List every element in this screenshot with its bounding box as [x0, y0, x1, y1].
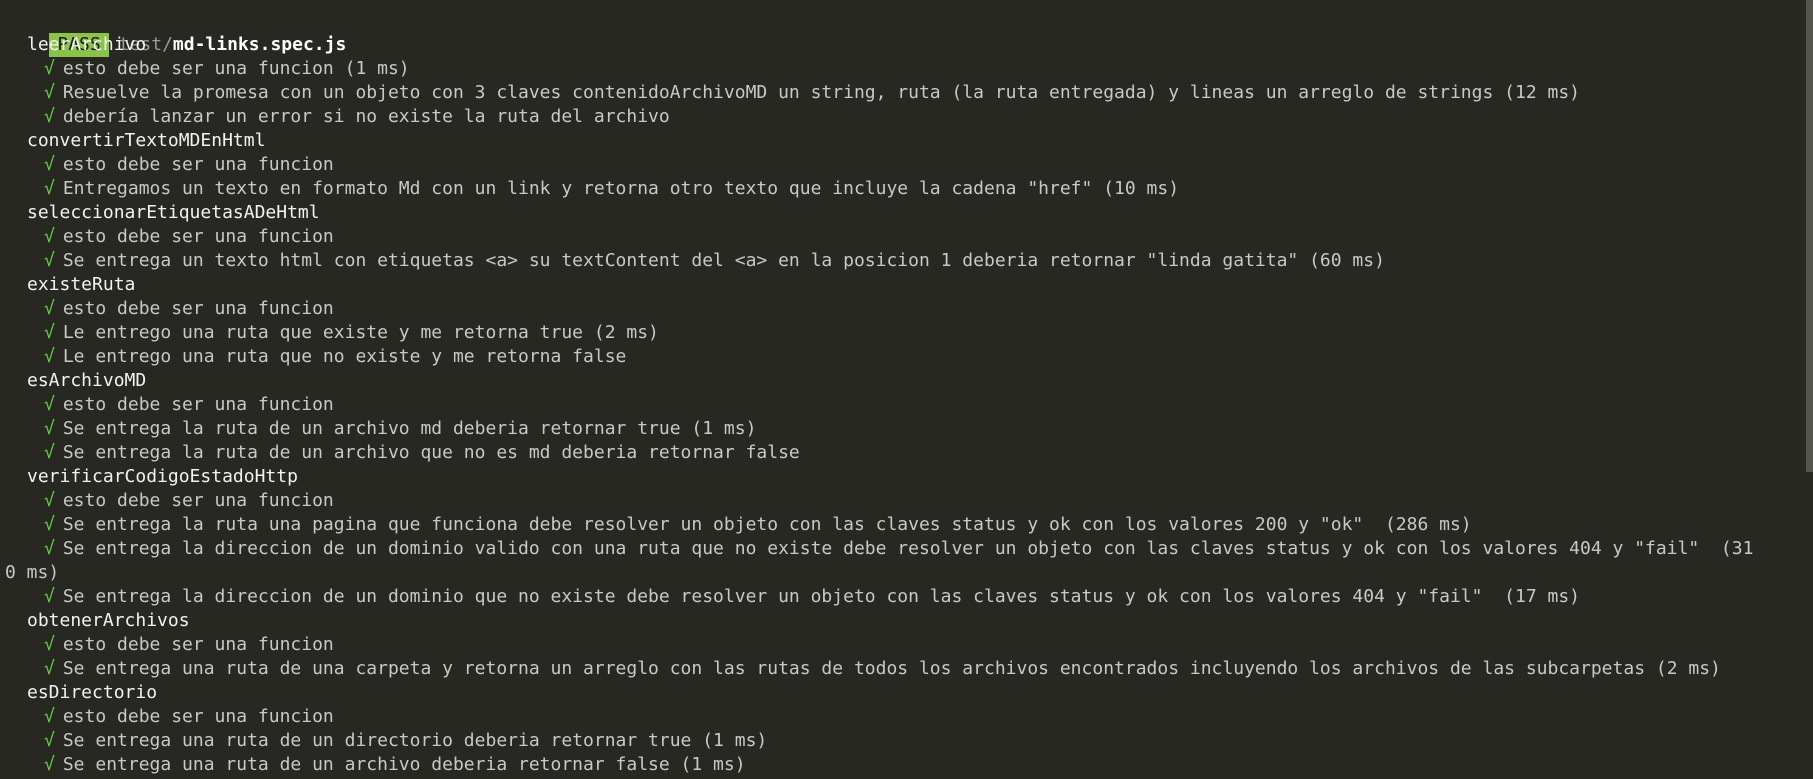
file-path-name: md-links.spec.js	[172, 34, 347, 55]
test-case-label: Resuelve la promesa con un objeto con 3 …	[62, 82, 1581, 103]
check-icon: √	[44, 250, 55, 271]
check-icon: √	[44, 730, 55, 751]
test-suite-name: obtenerArchivos	[27, 610, 190, 631]
check-icon: √	[44, 346, 55, 367]
test-suite-name: esDirectorio	[27, 682, 158, 703]
check-icon: √	[44, 418, 55, 439]
test-case-label: Se entrega la direccion de un dominio va…	[62, 538, 1754, 559]
test-case: √ Se entrega una ruta de un directorio de…	[0, 729, 1813, 753]
check-icon: √	[44, 442, 55, 463]
check-icon: √	[44, 538, 55, 559]
test-case-label: Se entrega una ruta de un archivo deberi…	[62, 754, 746, 775]
test-case-label: Se entrega una ruta de un directorio deb…	[62, 730, 768, 751]
test-case: √ Se entrega la direccion de un dominio v…	[0, 537, 1813, 561]
test-case: √ esto debe ser una funcion	[0, 225, 1813, 249]
test-file-header: PASS test/md-links.spec.js	[0, 9, 1813, 57]
test-case-label: esto debe ser una funcion	[62, 706, 334, 727]
test-case-label: esto debe ser una funcion	[62, 226, 334, 247]
check-icon: √	[44, 586, 55, 607]
test-case-label: esto debe ser una funcion	[62, 634, 334, 655]
test-suite-name: verificarCodigoEstadoHttp	[27, 466, 298, 487]
test-case: √ Se entrega un texto html con etiquetas …	[0, 249, 1813, 273]
test-case-label: esto debe ser una funcion	[62, 490, 334, 511]
test-case: √ Se entrega la ruta de un archivo md deb…	[0, 417, 1813, 441]
test-results: leerArchivo √ esto debe ser una funcion (1…	[0, 33, 1813, 777]
test-case-wrap: 0 ms)	[5, 562, 60, 583]
check-icon: √	[44, 106, 55, 127]
test-case: √ Se entrega la direccion de un dominio q…	[0, 585, 1813, 609]
check-icon: √	[44, 58, 55, 79]
check-icon: √	[44, 394, 55, 415]
test-case-label: debería lanzar un error si no existe la …	[62, 106, 670, 127]
test-case-label: esto debe ser una funcion	[62, 394, 334, 415]
test-suite-name: seleccionarEtiquetasADeHtml	[27, 202, 320, 223]
check-icon: √	[44, 298, 55, 319]
test-case: √ Se entrega una ruta de una carpeta y re…	[0, 657, 1813, 681]
test-case-label: Se entrega la ruta de un archivo md debe…	[62, 418, 757, 439]
test-case-label: esto debe ser una funcion	[62, 154, 334, 175]
check-icon: √	[44, 514, 55, 535]
check-icon: √	[44, 706, 55, 727]
test-case-label: Se entrega un texto html con etiquetas <…	[62, 250, 1385, 271]
test-case-label: Entregamos un texto en formato Md con un…	[62, 178, 1180, 199]
test-suite-name: esArchivoMD	[27, 370, 147, 391]
test-case: √ Le entrego una ruta que existe y me ret…	[0, 321, 1813, 345]
check-icon: √	[44, 658, 55, 679]
terminal-window[interactable]: PASS test/md-links.spec.js leerArchivo √ es…	[0, 0, 1813, 779]
test-case: √ esto debe ser una funcion	[0, 705, 1813, 729]
test-case: √ debería lanzar un error si no existe la…	[0, 105, 1813, 129]
test-case: √ Se entrega la ruta de un archivo que no…	[0, 441, 1813, 465]
test-case: √ esto debe ser una funcion	[0, 489, 1813, 513]
test-case: √ esto debe ser una funcion	[0, 393, 1813, 417]
check-icon: √	[44, 634, 55, 655]
check-icon: √	[44, 322, 55, 343]
test-case-label: Le entrego una ruta que no existe y me r…	[62, 346, 627, 367]
scrollbar-thumb[interactable]	[1806, 0, 1813, 472]
test-case: √ esto debe ser una funcion	[0, 297, 1813, 321]
check-icon: √	[44, 82, 55, 103]
check-icon: √	[44, 154, 55, 175]
test-case-label: Se entrega una ruta de una carpeta y ret…	[62, 658, 1721, 679]
test-case-label: Se entrega la ruta de un archivo que no …	[62, 442, 800, 463]
test-case-label: esto debe ser una funcion	[62, 298, 334, 319]
test-case: √ Entregamos un texto en formato Md con u…	[0, 177, 1813, 201]
test-case-label: Se entrega la direccion de un dominio qu…	[62, 586, 1581, 607]
check-icon: √	[44, 226, 55, 247]
test-suite-name: existeRuta	[27, 274, 136, 295]
test-case-label: esto debe ser una funcion (1 ms)	[62, 58, 410, 79]
check-icon: √	[44, 754, 55, 775]
test-case: √ Se entrega la ruta una pagina que funci…	[0, 513, 1813, 537]
test-case-label: Le entrego una ruta que existe y me reto…	[62, 322, 659, 343]
test-case: √ esto debe ser una funcion (1 ms)	[0, 57, 1813, 81]
check-icon: √	[44, 178, 55, 199]
test-case-label: Se entrega la ruta una pagina que funcio…	[62, 514, 1472, 535]
test-case: √ Resuelve la promesa con un objeto con 3…	[0, 81, 1813, 105]
test-case: √ esto debe ser una funcion	[0, 153, 1813, 177]
test-suite-name: convertirTextoMDEnHtml	[27, 130, 266, 151]
test-case: √ Le entrego una ruta que no existe y me …	[0, 345, 1813, 369]
test-case: √ esto debe ser una funcion	[0, 633, 1813, 657]
test-case: √ Se entrega una ruta de un archivo deber…	[0, 753, 1813, 777]
check-icon: √	[44, 490, 55, 511]
